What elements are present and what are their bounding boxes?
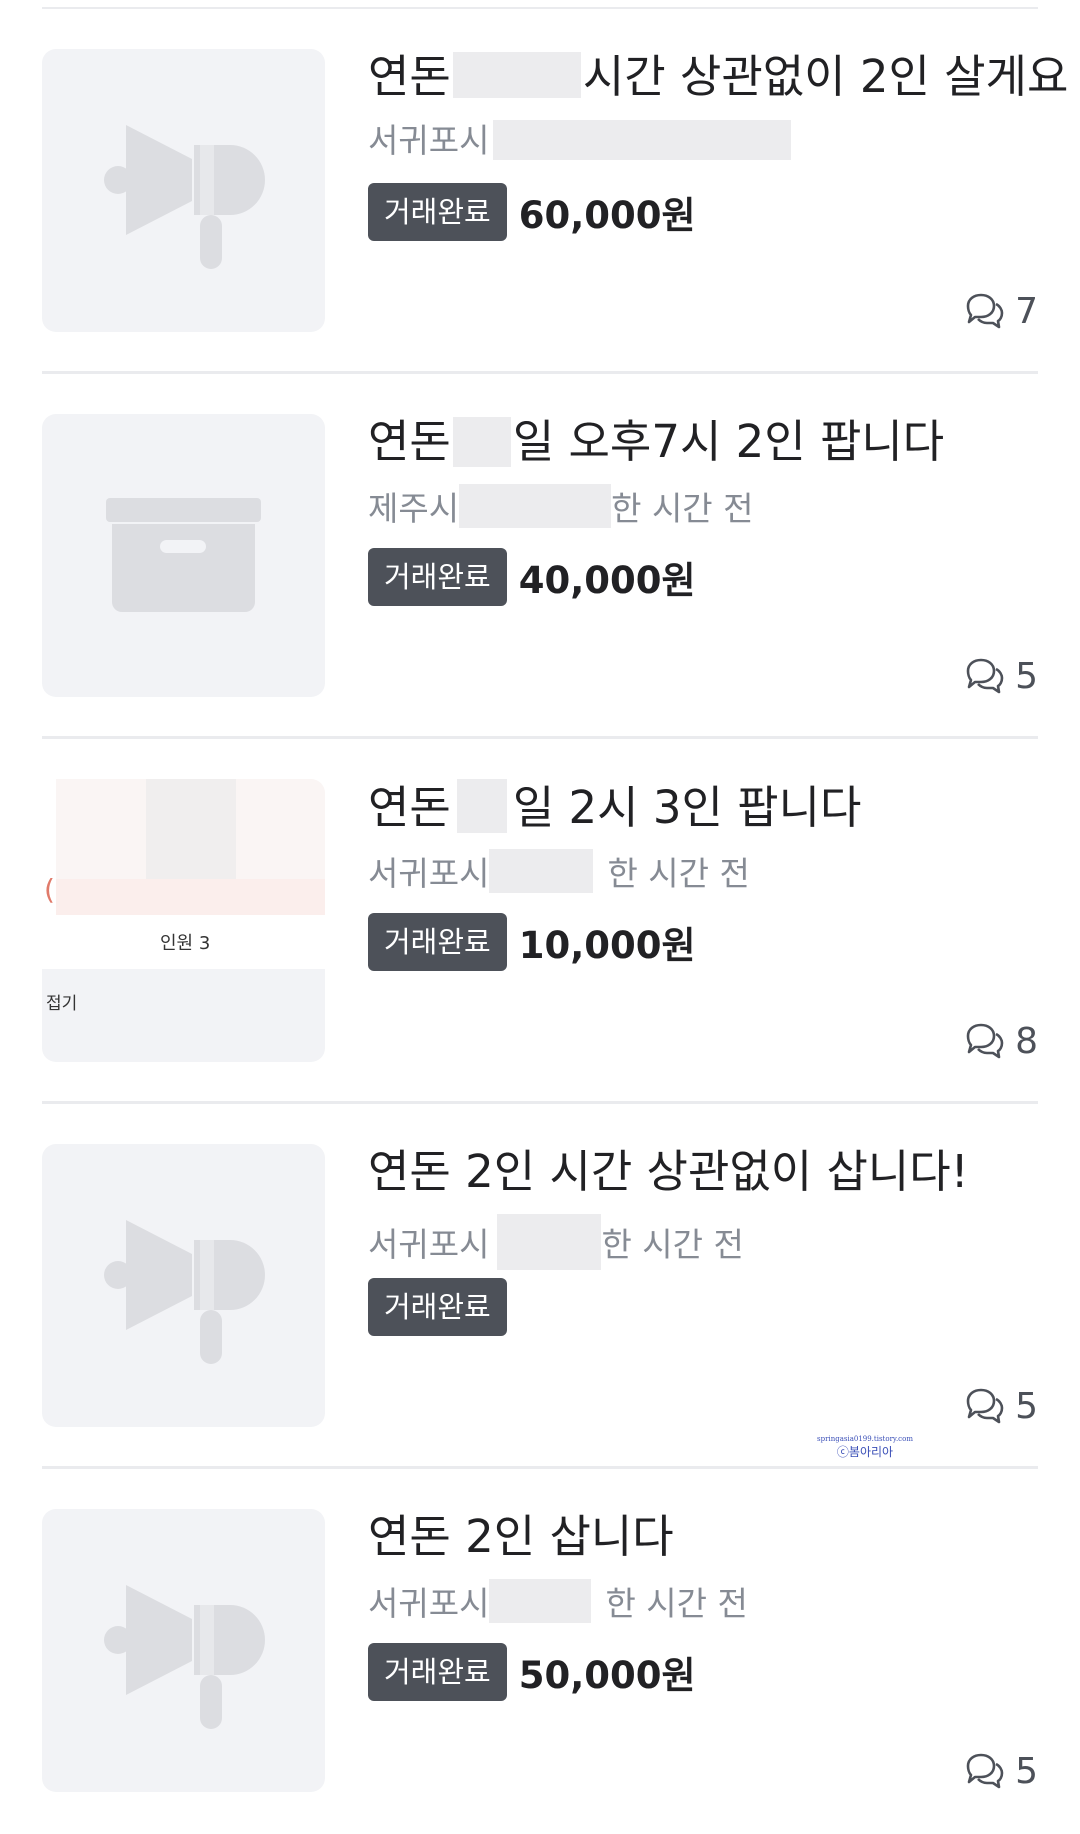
price: 10,000원 xyxy=(518,924,696,967)
chat-bubbles-icon xyxy=(966,1023,1004,1059)
redacted-block xyxy=(456,779,507,833)
redacted-block xyxy=(459,484,612,528)
photo-blur xyxy=(146,779,236,879)
photo-red-glyph: ( xyxy=(44,873,55,906)
listing-title[interactable]: 연돈 2인 시간 상관없이 삽니다! xyxy=(368,1144,969,1200)
thumbnail[interactable] xyxy=(42,49,325,332)
comment-count[interactable]: 5 xyxy=(963,654,1038,698)
listing-meta: 서귀포시 한 시간 전 xyxy=(368,1579,748,1626)
listing-title[interactable]: 연돈 일 오후7시 2인 팝니다 xyxy=(368,414,944,470)
comment-count[interactable]: 8 xyxy=(963,1019,1038,1063)
comment-count[interactable]: 5 xyxy=(963,1384,1038,1428)
price-row: 거래완료 40,000원 xyxy=(368,548,696,606)
price-row: 거래완료 10,000원 xyxy=(368,913,696,971)
megaphone-icon xyxy=(104,1220,265,1364)
redacted-block xyxy=(489,849,594,893)
fold-label: 접기 xyxy=(46,994,78,1014)
redacted-block xyxy=(497,1214,602,1270)
watermark-url: springasia0199.tistory.com xyxy=(817,1435,913,1443)
megaphone-icon xyxy=(104,125,265,269)
listing-meta: 서귀포시 한 시간 전 xyxy=(368,849,750,896)
chat-bubbles-icon xyxy=(966,293,1004,329)
status-badge: 거래완료 xyxy=(368,548,507,606)
status-badge: 거래완료 xyxy=(368,183,507,241)
photo-blur xyxy=(56,879,325,915)
thumbnail[interactable] xyxy=(42,1509,325,1792)
watermark: springasia0199.tistory.com ⓒ봄아리아 xyxy=(800,1435,930,1460)
price: 60,000원 xyxy=(518,194,696,237)
listing-meta: 제주시 한 시간 전 xyxy=(368,484,754,531)
list-item[interactable]: 연돈 시간 상관없이 2인 살게요 서귀포시 거래완료 60,000원 7 xyxy=(42,9,1068,374)
status-badge: 거래완료 xyxy=(368,1278,507,1336)
listing-list: 연돈 시간 상관없이 2인 살게요 서귀포시 거래완료 60,000원 7 연돈… xyxy=(0,9,1080,1834)
comment-count[interactable]: 5 xyxy=(963,1749,1038,1793)
price-row: 거래완료 xyxy=(368,1278,507,1336)
list-item[interactable]: 연돈 일 오후7시 2인 팝니다 제주시 한 시간 전 거래완료 40,000원 5 xyxy=(42,374,1038,739)
listing-title[interactable]: 연돈 시간 상관없이 2인 살게요 xyxy=(368,49,1068,105)
listing-meta: 서귀포시 한 시간 전 xyxy=(368,1214,744,1270)
photo-bottom xyxy=(42,969,325,1062)
status-badge: 거래완료 xyxy=(368,913,507,971)
chat-bubbles-icon xyxy=(966,658,1004,694)
box-icon xyxy=(106,498,261,612)
megaphone-icon xyxy=(104,1585,265,1729)
redacted-block xyxy=(452,417,511,467)
people-count-label: 인원 3 xyxy=(160,933,211,954)
list-item[interactable]: 연돈 2인 삽니다 서귀포시 한 시간 전 거래완료 50,000원 5 xyxy=(42,1469,1038,1834)
chat-bubbles-icon xyxy=(966,1388,1004,1424)
thumbnail[interactable] xyxy=(42,1144,325,1427)
redacted-block xyxy=(452,52,581,98)
price-row: 거래완료 50,000원 xyxy=(368,1643,696,1701)
price: 40,000원 xyxy=(518,559,696,602)
listing-meta: 서귀포시 xyxy=(368,119,792,163)
redacted-block xyxy=(489,1579,592,1623)
listing-title[interactable]: 연돈 2인 삽니다 xyxy=(368,1509,674,1565)
thumbnail-photo[interactable]: ( 인원 3 접기 xyxy=(42,779,325,1062)
list-item[interactable]: 연돈 2인 시간 상관없이 삽니다! 서귀포시 한 시간 전 거래완료 5 xyxy=(42,1104,1038,1469)
thumbnail[interactable] xyxy=(42,414,325,697)
list-item[interactable]: ( 인원 3 접기 연돈 일 2시 3인 팝니다 서귀포시 한 시간 전 거래완료 … xyxy=(42,739,1038,1104)
price: 50,000원 xyxy=(518,1654,696,1697)
comment-count[interactable]: 7 xyxy=(963,289,1038,333)
watermark-name: ⓒ봄아리아 xyxy=(836,1445,894,1459)
price-row: 거래완료 60,000원 xyxy=(368,183,696,241)
status-badge: 거래완료 xyxy=(368,1643,507,1701)
chat-bubbles-icon xyxy=(966,1753,1004,1789)
redacted-block xyxy=(493,120,792,160)
listing-title[interactable]: 연돈 일 2시 3인 팝니다 xyxy=(368,779,861,836)
